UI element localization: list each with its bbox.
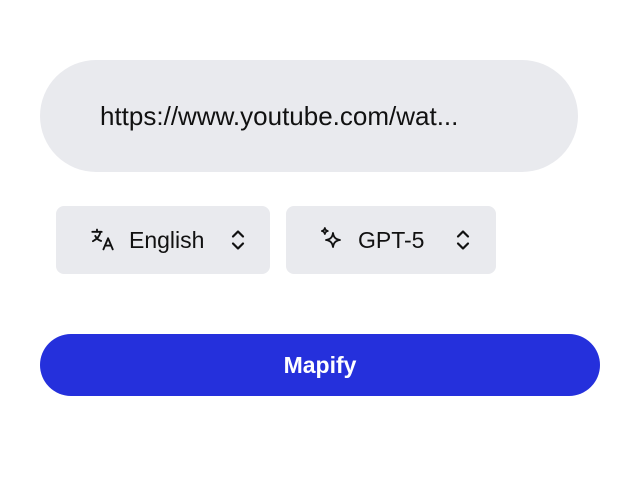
mapify-form: English GPT-5 Mapify	[0, 0, 640, 480]
language-select[interactable]: English	[56, 206, 270, 274]
model-select-value: GPT-5	[358, 226, 425, 253]
translate-icon	[90, 226, 118, 254]
mapify-button[interactable]: Mapify	[40, 334, 600, 396]
url-input[interactable]	[100, 100, 538, 132]
url-field[interactable]	[40, 60, 578, 172]
language-select-value: English	[129, 226, 205, 253]
chevron-up-down-icon	[454, 226, 472, 254]
sparkles-icon	[319, 226, 347, 254]
chevron-up-down-icon	[229, 226, 247, 254]
model-select[interactable]: GPT-5	[286, 206, 496, 274]
